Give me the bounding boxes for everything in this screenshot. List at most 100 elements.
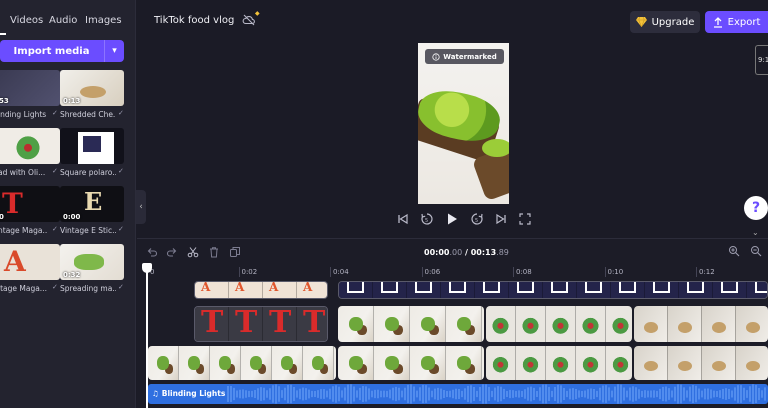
media-thumbnail[interactable]: 0:13 <box>60 70 124 106</box>
clip-frame-graphic <box>721 282 738 294</box>
clip-frame <box>606 306 632 342</box>
import-options-chevron-icon[interactable]: ▾ <box>104 40 124 62</box>
gem-icon <box>635 17 647 27</box>
undo-icon[interactable] <box>146 246 158 258</box>
time-separator: / <box>462 248 471 257</box>
zoom-out-icon[interactable] <box>750 245 762 257</box>
media-thumbnail[interactable]: 0:32 <box>60 244 124 280</box>
clip-frame <box>373 282 407 298</box>
clip-frame <box>482 306 484 342</box>
timeline-clip[interactable]: TTTT <box>194 306 328 342</box>
aspect-ratio-button[interactable]: 9:16 <box>755 45 768 75</box>
clip-frame <box>410 346 446 380</box>
skip-to-start-icon[interactable] <box>396 212 410 226</box>
clip-frame <box>486 306 516 342</box>
delete-trash-icon[interactable] <box>208 246 220 258</box>
cloud-sync-off-icon[interactable] <box>242 13 256 27</box>
zoom-in-icon[interactable] <box>728 245 740 257</box>
clip-frame: A <box>195 282 229 298</box>
clip-frame <box>509 282 543 298</box>
clip-frame <box>446 346 482 380</box>
clip-frame: T <box>229 307 263 341</box>
media-thumbnail[interactable] <box>0 128 60 164</box>
svg-text:5: 5 <box>425 218 428 224</box>
media-label: itage Maga... <box>0 284 47 293</box>
upgrade-button[interactable]: Upgrade <box>630 11 700 33</box>
preview-avocado-second <box>482 139 509 157</box>
media-label: Shredded Che... <box>60 110 116 119</box>
clip-frame <box>736 346 768 380</box>
playhead[interactable] <box>146 264 148 408</box>
tab-videos[interactable]: Videos <box>10 15 43 26</box>
clip-frame-graphic: T <box>269 306 292 340</box>
timeline-clip[interactable] <box>486 346 632 380</box>
timeline-clip[interactable] <box>148 346 336 380</box>
media-thumbnail[interactable]: 53 <box>0 70 60 106</box>
export-button[interactable]: Export <box>705 11 768 33</box>
clip-frame <box>441 282 475 298</box>
timeline-clip[interactable] <box>486 306 632 342</box>
added-check-icon: ✓ <box>118 109 124 117</box>
import-media-button-group: Import media ▾ <box>0 40 124 62</box>
video-preview[interactable] <box>418 43 509 204</box>
clip-frame <box>634 346 668 380</box>
fullscreen-icon[interactable] <box>518 212 532 226</box>
media-thumbnail[interactable]: T0 <box>0 186 60 222</box>
timeline-clip[interactable] <box>634 306 768 342</box>
timeline-clip[interactable] <box>338 346 484 380</box>
clip-frame-graphic: A <box>201 281 211 294</box>
clip-frame-graphic: A <box>235 281 245 294</box>
clip-frame <box>516 346 546 380</box>
duplicate-icon[interactable] <box>229 246 241 258</box>
clip-frame-graphic <box>687 282 704 294</box>
tab-audio[interactable]: Audio <box>49 15 77 26</box>
rewind-5s-icon[interactable]: 5 <box>420 212 434 226</box>
clip-frame <box>486 346 516 380</box>
forward-5s-icon[interactable]: 5 <box>470 212 484 226</box>
clip-frame-graphic <box>517 282 534 294</box>
added-check-icon: ✓ <box>52 167 58 175</box>
media-duration: 53 <box>0 97 9 105</box>
clip-frame-graphic <box>347 282 364 294</box>
play-icon[interactable] <box>445 212 459 226</box>
timeline-clip[interactable]: AAAA <box>194 281 328 299</box>
media-label: ntage Maga... <box>0 226 48 235</box>
timeline-clip[interactable] <box>634 346 768 380</box>
clip-frame <box>210 346 241 380</box>
playhead-handle[interactable] <box>142 263 152 273</box>
redo-icon[interactable] <box>166 246 178 258</box>
timeline-clip[interactable] <box>338 281 768 299</box>
clip-frame <box>303 346 334 380</box>
clip-frame <box>241 346 272 380</box>
clip-frame <box>475 282 509 298</box>
audio-clip[interactable]: ♫ Blinding Lights <box>148 384 768 404</box>
media-thumbnail[interactable] <box>60 128 124 164</box>
media-thumbnail[interactable]: A <box>0 244 60 280</box>
clip-frame <box>668 306 702 342</box>
ruler-tick <box>421 267 423 277</box>
import-media-button[interactable]: Import media <box>0 40 103 62</box>
clip-frame: A <box>263 282 297 298</box>
help-button[interactable]: ? <box>744 196 768 220</box>
tab-images[interactable]: Images <box>85 15 122 26</box>
skip-to-end-icon[interactable] <box>494 212 508 226</box>
split-scissors-icon[interactable] <box>187 246 199 258</box>
timeline-clip[interactable] <box>338 306 484 342</box>
ruler-tick <box>513 267 514 277</box>
ruler-tick-label: 0:02 <box>241 268 258 276</box>
clip-frame-graphic <box>381 282 398 294</box>
media-thumbnail[interactable]: E 0:00 <box>60 186 124 222</box>
clip-frame <box>446 306 482 342</box>
collapse-panel-chevron-icon[interactable]: ‹ <box>136 190 146 224</box>
clip-frame <box>747 282 767 298</box>
media-label: inding Lights <box>0 110 47 119</box>
clip-frame <box>543 282 577 298</box>
clip-frame <box>702 346 736 380</box>
project-title[interactable]: TikTok food vlog <box>154 15 234 26</box>
added-check-icon: ✓ <box>118 225 124 233</box>
media-label: Vintage E Stic... <box>60 226 116 235</box>
clip-frame <box>606 346 632 380</box>
collapse-properties-chevron-icon[interactable]: ⌄ <box>752 228 759 237</box>
clip-frame <box>516 306 546 342</box>
added-check-icon: ✓ <box>118 283 124 291</box>
